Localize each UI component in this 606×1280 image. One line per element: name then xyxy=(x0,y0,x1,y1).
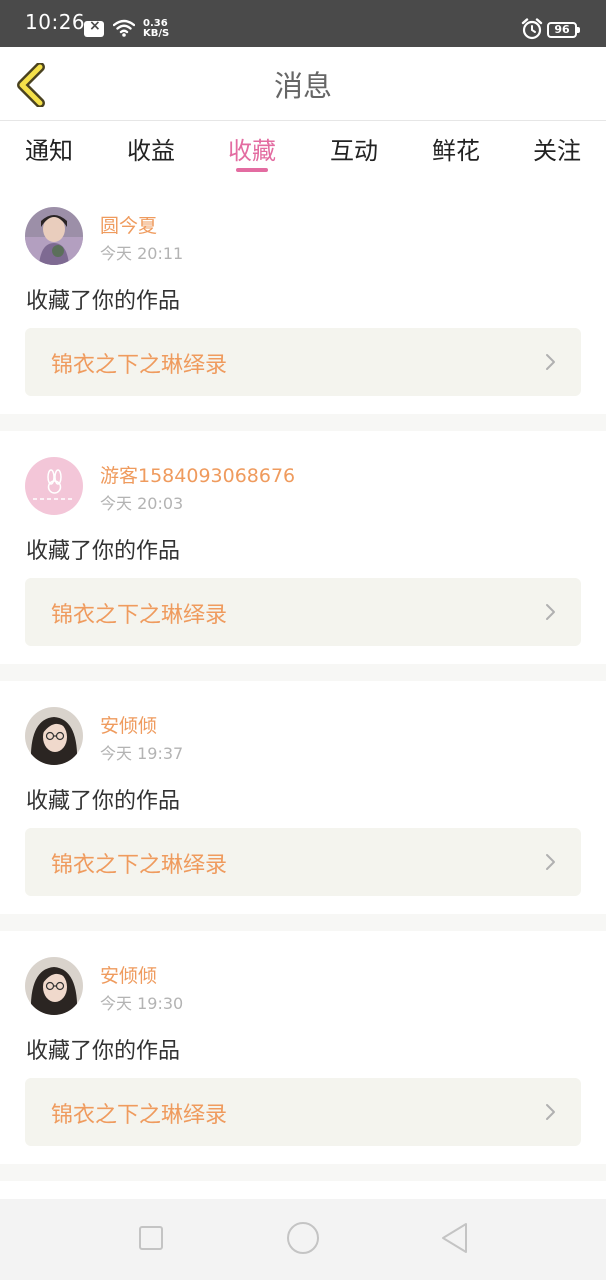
work-title: 锦衣之下之琳绎录 xyxy=(51,1103,228,1128)
tab-favorites[interactable]: 收藏 xyxy=(228,131,276,166)
system-nav-bar xyxy=(0,1199,606,1280)
username[interactable]: 圆今夏 xyxy=(100,211,157,238)
network-speed: 0.36 KB/S xyxy=(143,19,169,39)
timestamp: 今天 20:11 xyxy=(100,244,184,263)
avatar[interactable] xyxy=(25,457,83,515)
chevron-right-icon xyxy=(546,1104,555,1120)
recents-button[interactable] xyxy=(134,1221,168,1255)
timestamp: 今天 20:03 xyxy=(100,494,184,513)
battery-icon: 96 xyxy=(547,22,580,38)
chevron-right-icon xyxy=(546,604,555,620)
page-title: 消息 xyxy=(273,69,332,103)
message-item: 安倾倾 今天 19:37 收藏了你的作品 锦衣之下之琳绎录 xyxy=(0,681,606,914)
tab-flowers[interactable]: 鲜花 xyxy=(432,131,480,166)
username[interactable]: 安倾倾 xyxy=(100,961,157,988)
status-time: 10:26 xyxy=(25,10,86,34)
timestamp: 今天 19:30 xyxy=(100,994,184,1013)
section-divider xyxy=(0,414,606,431)
message-item: 游客1584093068676 今天 20:03 收藏了你的作品 锦衣之下之琳绎… xyxy=(0,431,606,664)
nav-back-button[interactable] xyxy=(438,1221,472,1255)
work-link[interactable]: 锦衣之下之琳绎录 xyxy=(25,578,581,646)
tab-bar: 通知 收益 收藏 互动 鲜花 关注 xyxy=(0,121,606,181)
tab-follows[interactable]: 关注 xyxy=(533,131,581,166)
home-button[interactable] xyxy=(286,1221,320,1255)
chevron-right-icon xyxy=(546,854,555,870)
chevron-right-icon xyxy=(546,354,555,370)
action-text: 收藏了你的作品 xyxy=(26,789,181,814)
tab-interactions[interactable]: 互动 xyxy=(330,131,378,166)
timestamp: 今天 19:37 xyxy=(100,744,184,763)
avatar[interactable] xyxy=(25,207,83,265)
avatar[interactable] xyxy=(25,957,83,1015)
action-text: 收藏了你的作品 xyxy=(26,289,181,314)
status-bar: 10:26 0.36 KB/S 96 xyxy=(0,0,606,47)
avatar[interactable] xyxy=(25,707,83,765)
work-title: 锦衣之下之琳绎录 xyxy=(51,353,228,378)
section-divider xyxy=(0,914,606,931)
notification-icon xyxy=(84,18,104,37)
work-link[interactable]: 锦衣之下之琳绎录 xyxy=(25,828,581,896)
network-speed-unit: KB/S xyxy=(143,28,170,39)
section-divider xyxy=(0,664,606,681)
alarm-icon xyxy=(521,18,543,40)
work-link[interactable]: 锦衣之下之琳绎录 xyxy=(25,1078,581,1146)
tab-earnings[interactable]: 收益 xyxy=(127,131,175,166)
action-text: 收藏了你的作品 xyxy=(26,539,181,564)
username[interactable]: 游客1584093068676 xyxy=(100,461,295,488)
work-title: 锦衣之下之琳绎录 xyxy=(51,853,228,878)
section-divider xyxy=(0,1164,606,1181)
username[interactable]: 安倾倾 xyxy=(100,711,157,738)
message-item: 圆今夏 今天 20:11 收藏了你的作品 锦衣之下之琳绎录 xyxy=(0,181,606,414)
action-text: 收藏了你的作品 xyxy=(26,1039,181,1064)
work-link[interactable]: 锦衣之下之琳绎录 xyxy=(25,328,581,396)
active-tab-indicator xyxy=(236,168,268,172)
work-title: 锦衣之下之琳绎录 xyxy=(51,603,228,628)
page-header: 消息 xyxy=(0,47,606,120)
battery-level: 96 xyxy=(554,23,570,36)
wifi-icon xyxy=(113,19,135,37)
message-item: 安倾倾 今天 19:30 收藏了你的作品 锦衣之下之琳绎录 xyxy=(0,931,606,1164)
tab-notifications[interactable]: 通知 xyxy=(25,131,73,166)
